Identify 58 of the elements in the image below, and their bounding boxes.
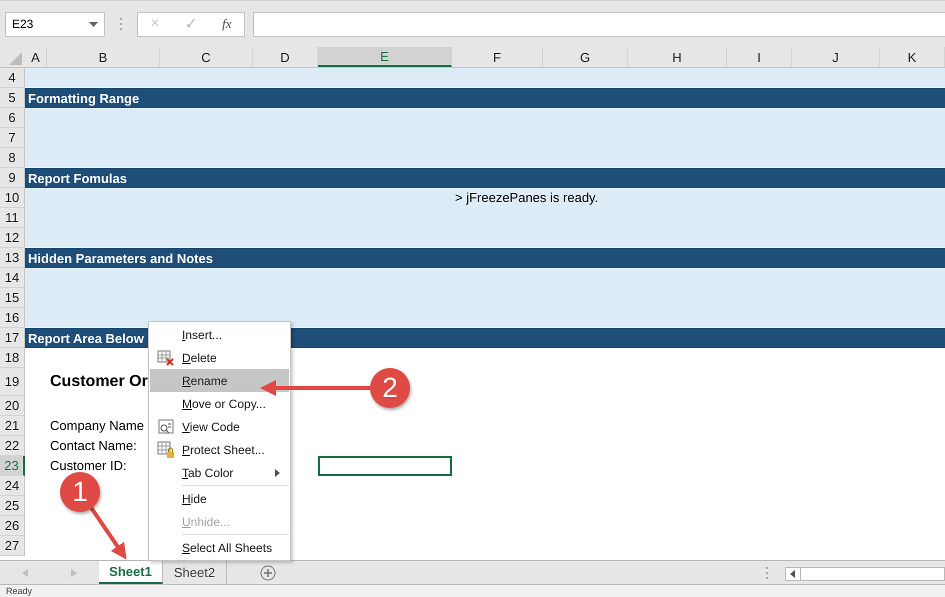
section-title: Formatting Range [28, 90, 140, 106]
row-header[interactable]: 25 [0, 496, 25, 516]
section-title: Report Area Below [28, 330, 144, 346]
row-header[interactable]: 18 [0, 348, 25, 368]
cell-text: Company Name [49, 417, 144, 435]
row-header[interactable]: 20 [0, 396, 25, 416]
column-header[interactable]: E [318, 47, 452, 67]
row-header[interactable]: 16 [0, 308, 25, 328]
menu-item[interactable]: View Code [150, 415, 289, 438]
row-header[interactable]: 11 [0, 208, 25, 228]
menu-item[interactable]: Delete [150, 346, 289, 369]
insert-function-button[interactable]: fx [222, 16, 232, 32]
row-header[interactable]: 10 [0, 188, 25, 208]
cell-reference: E23 [12, 17, 34, 31]
sheet-tab[interactable]: Sheet1 [99, 561, 163, 584]
row-header[interactable]: 7 [0, 128, 25, 148]
row-header[interactable]: 13 [0, 248, 25, 268]
menu-item[interactable]: Hide [150, 487, 289, 510]
row-header[interactable]: 4 [0, 68, 25, 88]
row-header[interactable]: 19 [0, 368, 25, 396]
row-header[interactable]: 6 [0, 108, 25, 128]
row-header[interactable]: 14 [0, 268, 25, 288]
row-header[interactable]: 17 [0, 328, 25, 348]
row-header[interactable]: 22 [0, 436, 25, 456]
menu-item[interactable]: Rename [150, 369, 289, 392]
column-header[interactable]: H [628, 47, 727, 67]
row-header[interactable]: 24 [0, 476, 25, 496]
column-header[interactable]: C [160, 47, 253, 67]
status-text: Ready [6, 585, 32, 597]
menu-item[interactable]: Select All Sheets [150, 536, 289, 559]
cell-text: Contact Name: [49, 437, 137, 455]
section-title: Report Fomulas [28, 170, 127, 186]
cell-text: Customer ID: [49, 457, 127, 475]
menu-item[interactable]: Tab Color [150, 461, 289, 484]
menu-item[interactable]: Move or Copy... [150, 392, 289, 415]
column-header[interactable]: K [880, 47, 945, 67]
cell-text: > jFreezePanes is ready. [454, 189, 598, 207]
row-header[interactable]: 27 [0, 536, 25, 556]
row-header[interactable]: 8 [0, 148, 25, 168]
column-header[interactable]: I [727, 47, 792, 67]
column-header[interactable]: F [452, 47, 543, 67]
row-header[interactable]: 5 [0, 88, 25, 108]
menu-item[interactable]: Protect Sheet... [150, 438, 289, 461]
column-header[interactable]: J [792, 47, 880, 67]
name-box[interactable]: E23 [5, 12, 105, 36]
row-header[interactable]: 12 [0, 228, 25, 248]
row-header[interactable]: 26 [0, 516, 25, 536]
section-title: Hidden Parameters and Notes [28, 250, 213, 266]
report-title: Customer Or [49, 372, 148, 392]
row-header[interactable]: 9 [0, 168, 25, 188]
row-header[interactable]: 21 [0, 416, 25, 436]
column-header[interactable]: G [543, 47, 628, 67]
row-header[interactable]: 23 [0, 456, 25, 476]
sheet-tab[interactable]: Sheet2 [163, 561, 227, 584]
menu-item[interactable]: Insert... [150, 323, 289, 346]
column-header[interactable]: A [25, 47, 47, 67]
row-header[interactable]: 15 [0, 288, 25, 308]
column-header[interactable]: B [47, 47, 160, 67]
